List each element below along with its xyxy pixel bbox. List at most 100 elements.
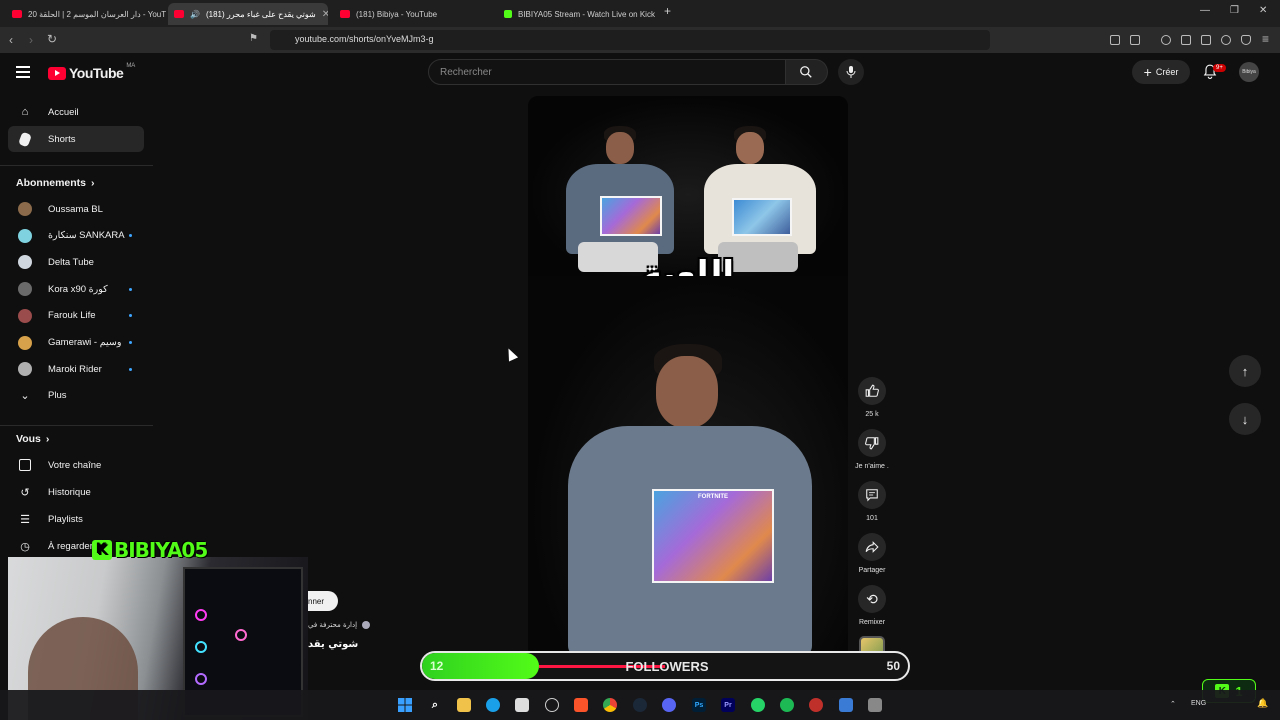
back-icon[interactable]: ‹ <box>9 33 13 47</box>
windows-taskbar: ⌕ Ps Pr ⌃ ENG 🔔 <box>0 690 1280 720</box>
leo-ai-icon[interactable] <box>1221 35 1231 45</box>
taskbar-search-icon[interactable]: ⌕ <box>428 698 442 712</box>
sidebar-item-your-channel[interactable]: Votre chaîne <box>8 452 144 478</box>
new-content-dot <box>129 234 132 238</box>
app-icon[interactable] <box>868 698 882 712</box>
youtube-favicon-icon <box>12 10 22 18</box>
divider <box>0 165 153 166</box>
file-explorer-icon[interactable] <box>457 698 471 712</box>
sidebar-show-more[interactable]: ⌄ Plus <box>8 383 144 409</box>
fortnite-poster: FORTNITE <box>652 489 774 583</box>
sidebar-item-label: Votre chaîne <box>48 459 102 471</box>
streamer-name-label: K BIBIYA05 <box>92 538 208 562</box>
spotify-icon[interactable] <box>780 698 794 712</box>
sidebar-subscription-item[interactable]: Delta Tube <box>8 249 144 275</box>
you-heading[interactable]: Vous › <box>16 433 49 445</box>
subscribe-button[interactable]: nner <box>308 591 338 611</box>
chatgpt-icon[interactable] <box>545 698 559 712</box>
browser-tab-active[interactable]: 🔊 (181) شوتي يقدح على غباء محرر ✕ <box>168 3 328 25</box>
channel-name-fragment[interactable]: إدارة محترفة في <box>308 621 371 629</box>
next-short-button[interactable]: ↓ <box>1229 403 1261 435</box>
comments-button[interactable] <box>858 481 886 509</box>
channel-avatar <box>18 255 32 270</box>
tray-chevron-icon[interactable]: ⌃ <box>1170 700 1176 708</box>
sidebar-subscription-item[interactable]: سنكارة SANKARA <box>8 223 144 249</box>
comment-icon <box>866 489 878 502</box>
chrome-icon[interactable] <box>603 698 617 712</box>
extensions-icon[interactable] <box>1110 35 1120 45</box>
sidebar-subscription-item[interactable]: Gamerawi - وسيم <box>8 330 144 356</box>
sidebar-subscription-item[interactable]: Kora x90 كورة <box>8 276 144 302</box>
browser-menu-icon[interactable]: ≡ <box>1262 32 1269 46</box>
shorts-video-player[interactable]: اللعبة FORTNITE <box>528 96 848 671</box>
voice-search-button[interactable] <box>838 59 864 85</box>
minimize-icon[interactable]: — <box>1200 5 1210 16</box>
whatsapp-icon[interactable] <box>751 698 765 712</box>
record-app-icon[interactable] <box>809 698 823 712</box>
rgb-fan-icon <box>195 641 207 653</box>
notification-bell-icon[interactable]: 🔔 <box>1257 698 1268 709</box>
sidebar-item-playlists[interactable]: ☰ Playlists <box>8 506 144 532</box>
youtube-logo[interactable]: YouTube MA <box>48 63 135 81</box>
brave-icon[interactable] <box>574 698 588 712</box>
previous-short-button[interactable]: ↑ <box>1229 355 1261 387</box>
thumb-down-icon <box>865 437 879 450</box>
sidebar-subscription-item[interactable]: Farouk Life <box>8 303 144 329</box>
comment-count: 101 <box>866 515 878 522</box>
account-avatar[interactable]: Bibiya <box>1239 62 1259 82</box>
reload-icon[interactable]: ↻ <box>47 32 57 46</box>
remix-button[interactable]: ⟲ <box>858 585 886 613</box>
new-tab-icon[interactable]: + <box>664 4 671 18</box>
search-input[interactable]: Rechercher <box>428 59 786 85</box>
store-icon[interactable] <box>515 698 529 712</box>
language-indicator[interactable]: ENG <box>1191 700 1206 707</box>
windows-start-icon[interactable] <box>398 698 412 712</box>
game-poster-right <box>732 198 792 236</box>
like-button[interactable] <box>858 377 886 405</box>
subscriptions-heading[interactable]: Abonnements › <box>16 177 95 189</box>
premiere-icon[interactable]: Pr <box>721 698 735 712</box>
search-button[interactable] <box>786 59 828 85</box>
guide-menu-icon[interactable] <box>16 66 30 78</box>
sidebar-item-history[interactable]: ↺ Historique <box>8 479 144 505</box>
wallet-icon[interactable] <box>1201 35 1211 45</box>
photoshop-icon[interactable]: Ps <box>692 698 706 712</box>
subscription-label: Maroki Rider <box>48 363 102 375</box>
app-icon[interactable] <box>839 698 853 712</box>
sidebar-item-shorts[interactable]: Shorts <box>8 126 144 152</box>
close-window-icon[interactable]: ✕ <box>1259 5 1267 16</box>
browser-tab[interactable]: دار العرسان الموسم 2 | الحلقة 20 - YouTu… <box>6 3 166 25</box>
rgb-fan-icon <box>195 609 207 621</box>
remix-icon: ⟲ <box>866 590 878 607</box>
sidebar-item-home[interactable]: ⌂ Accueil <box>8 99 144 125</box>
browser-tab[interactable]: (181) Bibiya - YouTube <box>334 3 494 25</box>
close-tab-icon[interactable]: ✕ <box>322 9 328 20</box>
share-button[interactable] <box>858 533 886 561</box>
edge-icon[interactable] <box>486 698 500 712</box>
new-content-dot <box>129 314 132 318</box>
screenshot-icon[interactable] <box>1130 35 1140 45</box>
dislike-button[interactable] <box>858 429 886 457</box>
forward-icon[interactable]: › <box>29 33 33 47</box>
sidebar-subscription-item[interactable]: Oussama BL <box>8 196 144 222</box>
game-poster-left <box>600 196 662 236</box>
subscription-label: Delta Tube <box>48 256 94 268</box>
maximize-icon[interactable]: ❐ <box>1230 5 1239 16</box>
sidebar-subscription-item[interactable]: Maroki Rider <box>8 356 144 382</box>
create-button[interactable]: + Créer <box>1132 60 1190 84</box>
url-text: youtube.com/shorts/onYveMJm3-g <box>295 34 434 44</box>
short-title-fragment: شوتي يقد <box>308 639 359 650</box>
sidebar-icon[interactable] <box>1181 35 1191 45</box>
divider <box>0 425 153 426</box>
chevron-down-icon: ⌄ <box>20 390 30 403</box>
discord-icon[interactable] <box>662 698 676 712</box>
subscription-label: Farouk Life <box>48 310 96 322</box>
microphone-icon <box>846 66 856 78</box>
channel-avatar <box>18 362 32 377</box>
url-field[interactable]: youtube.com/shorts/onYveMJm3-g <box>270 30 990 50</box>
vpn-shield-icon[interactable] <box>1241 35 1251 45</box>
bookmark-icon[interactable]: ⚑ <box>249 33 258 44</box>
music-icon[interactable] <box>1161 35 1171 45</box>
steam-icon[interactable] <box>633 698 647 712</box>
browser-tab[interactable]: BIBIYA05 Stream - Watch Live on Kick <box>498 3 658 25</box>
